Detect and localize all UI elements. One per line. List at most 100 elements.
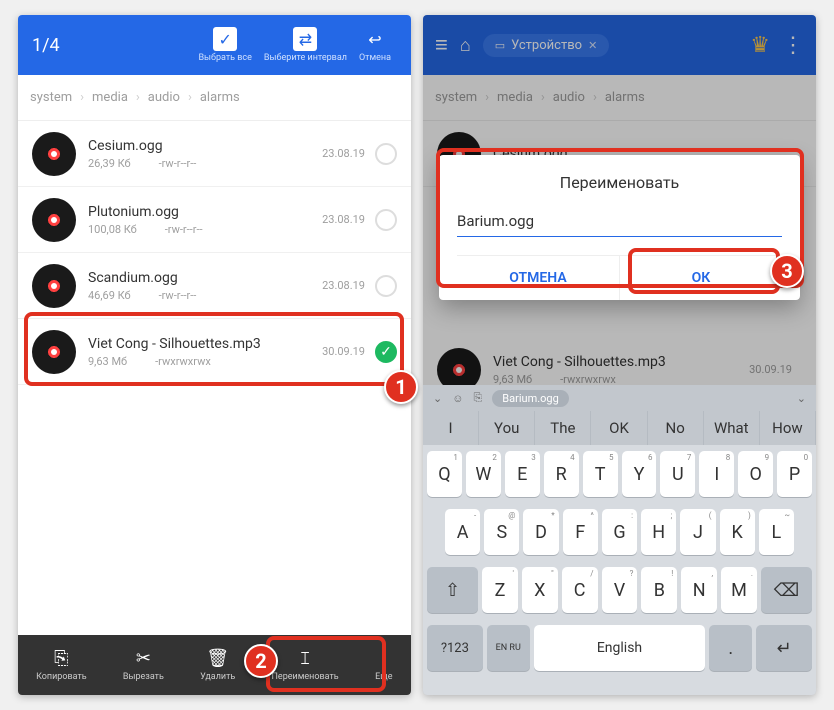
file-size: 46,69 Кб xyxy=(88,289,131,302)
file-row[interactable]: Scandium.ogg 46,69 Кб -rw-r--r-- 23.08.19 xyxy=(18,253,411,319)
key-p[interactable]: P0 xyxy=(777,451,812,497)
bottom-action[interactable]: 🗑Удалить xyxy=(200,648,235,682)
key-d[interactable]: D* xyxy=(523,509,558,555)
file-perm: -rw-r--r-- xyxy=(159,289,197,302)
key-o[interactable]: O9 xyxy=(738,451,773,497)
period-key[interactable]: . xyxy=(709,625,752,671)
key-b[interactable]: B! xyxy=(641,567,677,613)
key-s[interactable]: S@ xyxy=(484,509,519,555)
action-label: Копировать xyxy=(36,672,87,682)
breadcrumb[interactable]: system›media›audio›alarms xyxy=(18,75,411,121)
lang-key[interactable]: EN RU xyxy=(487,625,530,671)
symbols-key[interactable]: ?123 xyxy=(427,625,483,671)
enter-key[interactable]: ↵ xyxy=(756,625,812,671)
audio-file-icon xyxy=(32,264,76,308)
file-name: Plutonium.ogg xyxy=(88,204,322,220)
spacebar-key[interactable]: English xyxy=(534,625,706,671)
key-u[interactable]: U7 xyxy=(660,451,695,497)
emoji-icon[interactable]: ☺ xyxy=(452,392,463,405)
crumb[interactable]: media xyxy=(92,90,128,105)
step-badge-2: 2 xyxy=(244,644,278,678)
rename-input[interactable] xyxy=(457,208,782,237)
crumb[interactable]: audio xyxy=(148,90,180,105)
file-row[interactable]: Viet Cong - Silhouettes.mp3 9,63 Мб-rwxr… xyxy=(18,319,411,385)
header-action[interactable]: ⇄Выберите интервал xyxy=(264,27,347,63)
key-q[interactable]: Q1 xyxy=(427,451,462,497)
chevron-icon: › xyxy=(136,90,140,105)
key-f[interactable]: F^ xyxy=(563,509,598,555)
key-e[interactable]: E3 xyxy=(505,451,540,497)
key-m[interactable]: M. xyxy=(721,567,757,613)
suggestion[interactable]: The xyxy=(535,411,591,445)
dialog-title: Переименовать xyxy=(457,173,782,192)
collapse-icon[interactable]: ⌄ xyxy=(433,392,442,405)
step-badge-3: 3 xyxy=(770,254,804,288)
backspace-key[interactable]: ⌫ xyxy=(761,567,812,613)
file-size: 100,08 Кб xyxy=(88,223,137,236)
selection-header: 1/4 ✓Выбрать все ⇄Выберите интервал ↩Отмен… xyxy=(18,15,411,75)
suggestion[interactable]: You xyxy=(479,411,535,445)
file-size: 9,63 Мб xyxy=(88,355,127,368)
key-g[interactable]: G: xyxy=(602,509,637,555)
bottom-action[interactable]: ⎘ Копировать xyxy=(36,648,87,682)
bottom-action[interactable]: ⋮Еще xyxy=(375,648,393,682)
file-row[interactable]: Plutonium.ogg 100,08 Кб-rw-r--r-- 23.08.… xyxy=(18,187,411,253)
file-perm: -rw-r--r-- xyxy=(165,223,203,236)
clipboard-icon[interactable]: ⎘ xyxy=(473,391,482,405)
audio-file-icon xyxy=(32,132,76,176)
selection-counter: 1/4 xyxy=(32,35,192,56)
suggestion[interactable]: No xyxy=(648,411,704,445)
crumb[interactable]: alarms xyxy=(200,90,240,105)
key-z[interactable]: Z' xyxy=(482,567,518,613)
ok-button[interactable]: ОК xyxy=(619,256,782,300)
key-h[interactable]: H; xyxy=(641,509,676,555)
key-t[interactable]: T5 xyxy=(583,451,618,497)
key-c[interactable]: C/ xyxy=(562,567,598,613)
header-action[interactable]: ↩Отмена xyxy=(359,27,391,63)
action-icon: ⎘ xyxy=(54,648,68,669)
key-a[interactable]: A- xyxy=(445,509,480,555)
header-action[interactable]: ✓Выбрать все xyxy=(198,27,251,63)
action-icon: ⋮ xyxy=(375,648,393,669)
shift-key[interactable]: ⇧ xyxy=(427,567,478,613)
action-icon: ↩ xyxy=(363,27,387,51)
file-row[interactable]: Cesium.ogg 26,39 Кб-rw-r--r-- 23.08.19 xyxy=(18,121,411,187)
select-checkbox[interactable] xyxy=(375,143,397,165)
file-name: Scandium.ogg xyxy=(88,270,322,286)
key-x[interactable]: X" xyxy=(522,567,558,613)
select-checkbox[interactable]: ✓ xyxy=(375,341,397,363)
select-checkbox[interactable] xyxy=(375,275,397,297)
file-perm: -rw-r--r-- xyxy=(159,157,197,170)
action-label: Вырезать xyxy=(123,672,164,682)
select-checkbox[interactable] xyxy=(375,209,397,231)
key-n[interactable]: N, xyxy=(681,567,717,613)
bottom-action[interactable]: ✂Вырезать xyxy=(123,648,164,682)
key-j[interactable]: J( xyxy=(680,509,715,555)
cancel-button[interactable]: ОТМЕНА xyxy=(457,256,619,300)
file-date: 23.08.19 xyxy=(322,279,365,292)
suggestion[interactable]: I xyxy=(423,411,479,445)
file-date: 30.09.19 xyxy=(322,345,365,358)
bottom-action-bar: ⎘ Копировать ✂Вырезать 🗑Удалить 𝙸Переименова… xyxy=(18,635,411,695)
key-l[interactable]: L~ xyxy=(759,509,794,555)
suggestion[interactable]: How xyxy=(760,411,816,445)
action-icon: 🗑 xyxy=(206,648,229,669)
suggestion-bar: IYouTheOKNoWhatHow xyxy=(423,411,816,445)
file-name: Viet Cong - Silhouettes.mp3 xyxy=(88,336,322,352)
crumb[interactable]: system xyxy=(30,90,72,105)
key-y[interactable]: Y6 xyxy=(622,451,657,497)
chevron-icon: › xyxy=(80,90,84,105)
key-w[interactable]: W2 xyxy=(466,451,501,497)
key-v[interactable]: V? xyxy=(602,567,638,613)
key-k[interactable]: K) xyxy=(720,509,755,555)
expand-icon[interactable]: ⌄ xyxy=(797,392,806,405)
soft-keyboard: ⌄ ☺ ⎘ Barium.ogg ⌄ IYouTheOKNoWhatHow Q1… xyxy=(423,385,816,695)
bottom-action[interactable]: 𝙸Переименовать xyxy=(272,648,339,682)
clipboard-pill[interactable]: Barium.ogg xyxy=(492,390,568,407)
audio-file-icon xyxy=(32,330,76,374)
key-r[interactable]: R4 xyxy=(544,451,579,497)
suggestion[interactable]: What xyxy=(704,411,760,445)
suggestion[interactable]: OK xyxy=(591,411,647,445)
step-badge-1: 1 xyxy=(384,370,418,404)
key-i[interactable]: I8 xyxy=(699,451,734,497)
